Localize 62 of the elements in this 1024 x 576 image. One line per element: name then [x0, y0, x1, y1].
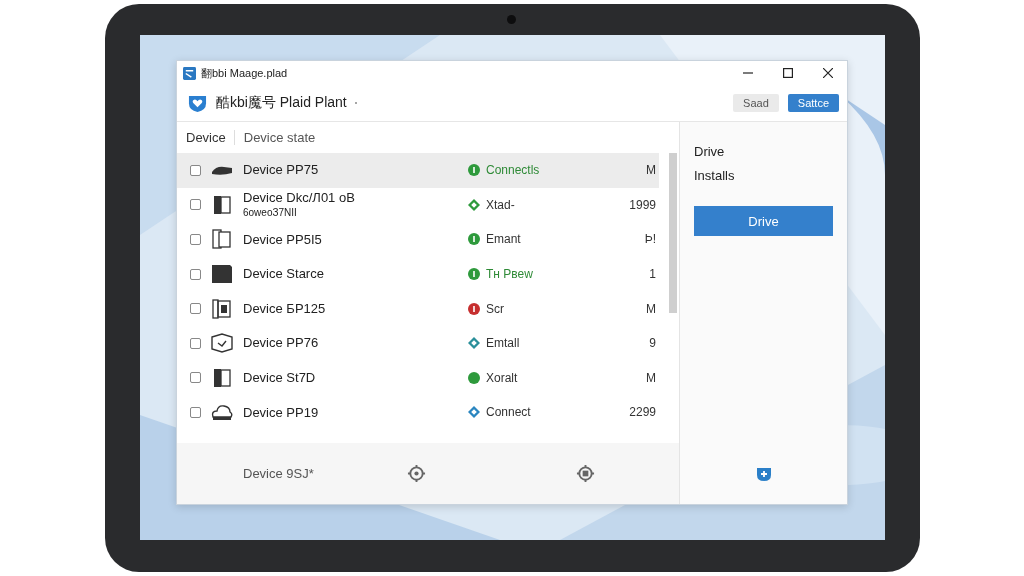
value-text: M	[645, 301, 656, 316]
column-header[interactable]: Device state	[234, 130, 316, 145]
drive-button[interactable]: Drive	[694, 206, 833, 236]
value-text: M	[645, 163, 656, 178]
status-text: Xtad-	[486, 197, 516, 212]
device-name: Device Dkc/Л01 oB 6oweoЗ7NII	[243, 191, 356, 219]
checkbox[interactable]	[190, 372, 201, 384]
status-text: Connectls	[486, 163, 541, 178]
app-title: 酷kbi魔号 Plaid Plant	[216, 94, 347, 112]
device-name: Device Starce	[243, 267, 325, 281]
scrollbar-thumb[interactable]	[669, 153, 677, 313]
device-row[interactable]: Device Dkc/Л01 oB 6oweoЗ7NII Xtad- 1999	[177, 187, 659, 223]
device-row[interactable]: Device БР125 Sсr M	[177, 291, 659, 326]
checkbox[interactable]	[190, 199, 201, 211]
checkbox[interactable]	[190, 164, 201, 176]
value-text: 1999	[628, 197, 656, 212]
checkbox[interactable]	[190, 337, 201, 349]
close-icon[interactable]	[823, 68, 833, 78]
device-row[interactable]: Device Starce Tн Pвеw 1	[177, 256, 659, 292]
heart-shield-icon	[187, 93, 208, 113]
value-text: Þ!	[643, 232, 656, 247]
value-text: M	[645, 370, 656, 385]
side-item[interactable]: Installs	[694, 164, 833, 188]
value-text: 9	[648, 336, 656, 351]
add-icon[interactable]	[755, 466, 772, 482]
cloud-icon	[210, 402, 234, 423]
status-text: Xoralt	[486, 370, 519, 385]
tablet-icon	[210, 229, 234, 250]
app-icon	[183, 66, 196, 80]
window-title: 翻bbi Maage.plad	[201, 65, 288, 81]
status-text: Emtall	[486, 336, 521, 351]
device-name: Device PP76	[243, 336, 320, 351]
primary-button[interactable]: Sattce	[787, 94, 839, 112]
status-text: Connect	[486, 405, 532, 420]
checkbox[interactable]	[190, 406, 201, 418]
monitor-icon	[210, 333, 234, 354]
device-row[interactable]: Device PP75 Connectls M	[177, 153, 659, 188]
device-name: Device БР125	[243, 301, 327, 316]
status-text: Sсr	[486, 301, 505, 316]
value-text: 2299	[628, 405, 656, 420]
side-item[interactable]: Drive	[694, 140, 833, 164]
checkbox[interactable]	[190, 303, 201, 315]
checkbox[interactable]	[190, 234, 201, 245]
device-row[interactable]: Device St7D Xoralt M	[177, 360, 659, 396]
value-text: 1	[648, 267, 656, 282]
device-row[interactable]: Device PP19 Connect 2299	[177, 395, 659, 430]
status-text: Tн Pвеw	[486, 267, 534, 282]
device-row[interactable]: Device PP5I5 Emant Þ!	[177, 222, 659, 257]
checkbox[interactable]	[190, 268, 201, 280]
footer-label: Device 9SJ*	[243, 466, 314, 481]
device-name: Device St7D	[243, 371, 317, 385]
folder-icon	[210, 264, 234, 285]
device-name: Device PP75	[243, 163, 320, 178]
maximize-icon[interactable]	[783, 68, 793, 78]
frame-icon	[210, 298, 234, 319]
status-text: Emant	[486, 232, 522, 247]
device-row[interactable]: Device PP76 Emtall 9	[177, 325, 659, 361]
device-name: Device PP19	[243, 405, 320, 420]
secondary-button[interactable]: Saad	[733, 94, 779, 112]
device-name: Device PP5I5	[243, 232, 323, 247]
column-header[interactable]: Device	[177, 130, 235, 145]
camera-lens	[507, 15, 516, 24]
